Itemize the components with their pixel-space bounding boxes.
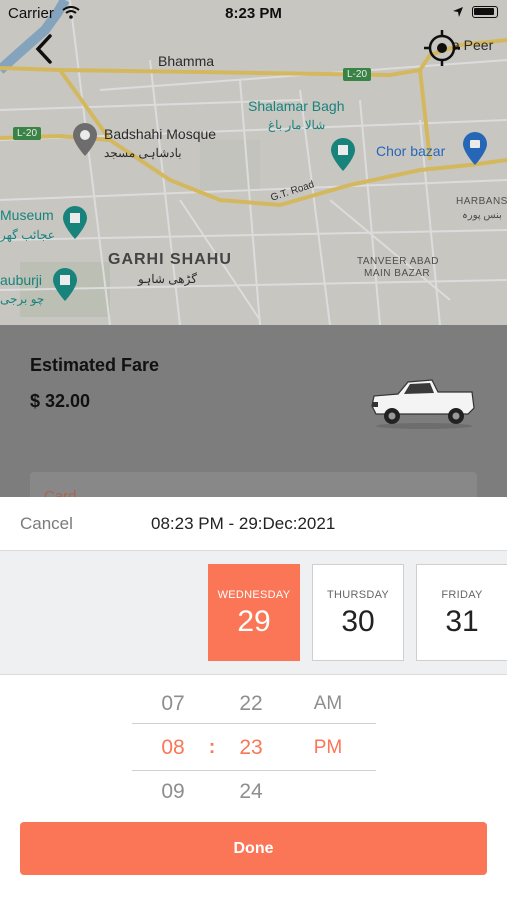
day-selector[interactable]: WEDNESDAY 29 THURSDAY 30 FRIDAY 31 — [0, 551, 507, 675]
minute-selected[interactable]: 23 — [221, 736, 281, 760]
day-card-wednesday[interactable]: WEDNESDAY 29 — [208, 564, 300, 661]
wheel-selection-bottom-line — [132, 770, 376, 771]
day-number: 29 — [237, 605, 271, 638]
day-number: 30 — [341, 605, 375, 638]
day-name: WEDNESDAY — [217, 589, 291, 601]
day-name: THURSDAY — [326, 589, 390, 601]
period-selected[interactable]: PM — [298, 737, 358, 759]
day-card-friday[interactable]: FRIDAY 31 — [416, 564, 507, 661]
day-card-thursday[interactable]: THURSDAY 30 — [312, 564, 404, 661]
selected-datetime-label: 08:23 PM - 29:Dec:2021 — [151, 514, 336, 533]
hour-option[interactable]: 07 — [143, 692, 203, 716]
minute-option[interactable]: 24 — [221, 780, 281, 804]
day-name: FRIDAY — [441, 589, 483, 601]
wheel-selection-top-line — [132, 723, 376, 724]
time-wheel[interactable]: 07 08 09 : 22 23 24 AM PM — [0, 675, 507, 817]
pickup-truck-icon — [371, 379, 475, 429]
done-button[interactable]: Done — [20, 822, 487, 875]
map-view[interactable]: L-20 L-20 Bhamma Shalamar Bagh شالا مار … — [0, 0, 507, 325]
time-separator: : — [208, 737, 216, 758]
cancel-button[interactable]: Cancel — [20, 514, 73, 534]
picker-header: Cancel 08:23 PM - 29:Dec:2021 — [0, 497, 507, 551]
minute-option[interactable]: 22 — [221, 692, 281, 716]
datetime-picker-sheet: Cancel 08:23 PM - 29:Dec:2021 WEDNESDAY … — [0, 497, 507, 900]
hour-option[interactable]: 09 — [143, 780, 203, 804]
map-dim-overlay — [0, 0, 507, 325]
hour-selected[interactable]: 08 — [143, 736, 203, 760]
period-option[interactable]: AM — [298, 693, 358, 715]
estimated-fare-title: Estimated Fare — [30, 355, 160, 375]
day-number: 31 — [445, 605, 479, 638]
estimated-fare-amount: $ 32.00 — [30, 391, 91, 411]
